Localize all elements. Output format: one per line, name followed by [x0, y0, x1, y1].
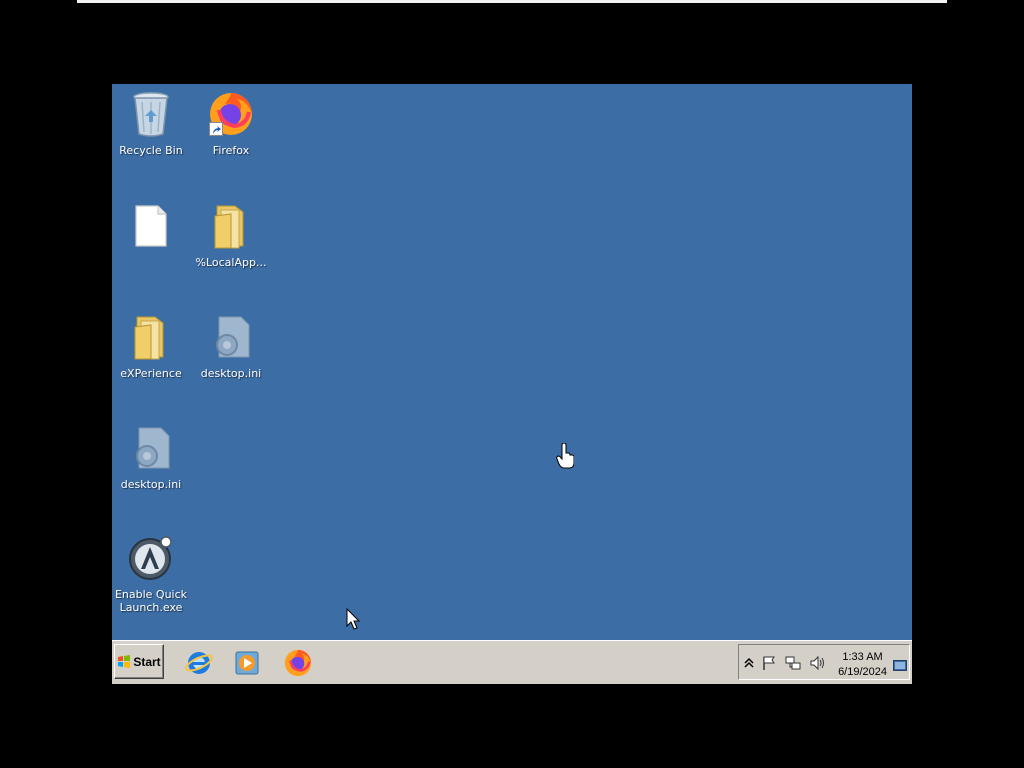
show-desktop-icon[interactable]: [893, 658, 907, 671]
desktop-icon-experience-folder[interactable]: eXPerience: [113, 313, 189, 380]
icon-label: Enable Quick Launch.exe: [114, 588, 188, 614]
quicklaunch-firefox[interactable]: [283, 648, 313, 678]
arrow-cursor-icon: [346, 607, 361, 635]
hand-cursor-icon: [556, 442, 575, 474]
taskbar-clock[interactable]: 1:33 AM 6/19/2024: [838, 650, 887, 680]
desktop-icon-blank-file[interactable]: [113, 202, 189, 256]
system-tray: 1:33 AM 6/19/2024: [738, 644, 910, 680]
taskbar: Start 1:33 AM 6/19/2024: [112, 640, 912, 684]
icon-label: Recycle Bin: [119, 144, 183, 157]
desktop[interactable]: Recycle Bin Firefox %LocalApp... eXPerie…: [112, 84, 912, 684]
icon-label: desktop.ini: [120, 478, 182, 491]
shortcut-arrow-icon: [209, 122, 223, 136]
windows-logo-icon: [118, 654, 131, 668]
media-player-icon: [235, 651, 259, 675]
desktop-icon-localapp-folder[interactable]: %LocalApp...: [193, 202, 269, 269]
recycle-bin-icon: [127, 90, 175, 138]
desktop-icon-enable-quick-launch[interactable]: Enable Quick Launch.exe: [113, 534, 189, 614]
volume-icon[interactable]: [809, 655, 825, 671]
network-icon[interactable]: [785, 655, 801, 671]
icon-label: desktop.ini: [200, 367, 262, 380]
settings-file-icon: [207, 313, 255, 361]
quicklaunch-media-player[interactable]: [232, 648, 262, 678]
icon-label: eXPerience: [120, 367, 182, 380]
firefox-icon: [284, 649, 312, 677]
folder-icon: [207, 202, 255, 250]
top-edge-bar: [77, 0, 947, 3]
app-launcher-icon: [127, 534, 175, 582]
icon-label: %LocalApp...: [195, 256, 267, 269]
icon-label: Firefox: [212, 144, 250, 157]
settings-file-icon: [127, 424, 175, 472]
action-center-flag-icon[interactable]: [761, 655, 777, 671]
desktop-icon-desktop-ini[interactable]: desktop.ini: [193, 313, 269, 380]
desktop-icon-desktop-ini-2[interactable]: desktop.ini: [113, 424, 189, 491]
desktop-icon-recycle-bin[interactable]: Recycle Bin: [113, 90, 189, 157]
firefox-icon: [207, 90, 255, 138]
folder-icon: [127, 313, 175, 361]
show-hidden-icons-icon[interactable]: [741, 655, 757, 671]
blank-file-icon: [127, 202, 175, 250]
quicklaunch-internet-explorer[interactable]: [184, 648, 214, 678]
start-button[interactable]: Start: [114, 644, 164, 679]
start-label: Start: [133, 654, 161, 669]
internet-explorer-icon: [185, 652, 213, 674]
clock-date: 6/19/2024: [838, 666, 887, 678]
desktop-icon-firefox[interactable]: Firefox: [193, 90, 269, 157]
clock-time: 1:33 AM: [842, 651, 883, 663]
